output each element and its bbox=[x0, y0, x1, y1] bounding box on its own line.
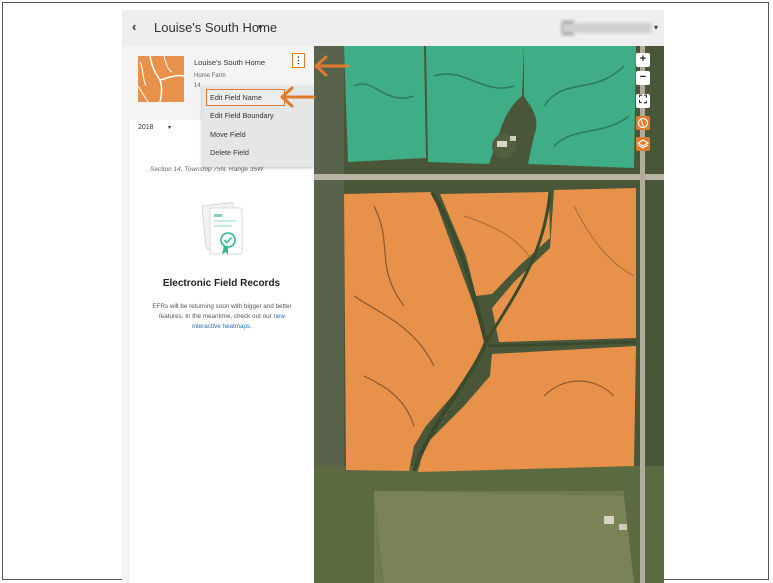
kebab-icon: ⋮ bbox=[294, 55, 303, 65]
zoom-in-button[interactable]: + bbox=[636, 53, 650, 67]
account-caret-icon[interactable]: ▾ bbox=[654, 23, 658, 32]
field-name: Louise's South Home bbox=[194, 58, 266, 67]
field-thumbnail bbox=[138, 56, 184, 102]
field-acres: 14 bbox=[194, 83, 201, 89]
back-chevron-icon[interactable]: ‹ bbox=[132, 19, 136, 34]
location-line-2: Section 14, Township 75N, Range 35W bbox=[150, 166, 264, 173]
app-window: ‹ Louise's South Home ▾ ▾ Louise's South… bbox=[122, 10, 664, 583]
field-records-icon bbox=[201, 202, 243, 255]
efr-desc-text: EFRs will be returning soon with bigger … bbox=[152, 303, 292, 320]
top-bar: ‹ Louise's South Home ▾ ▾ bbox=[122, 10, 664, 46]
globe-icon bbox=[637, 117, 649, 129]
year-caret-icon[interactable]: ▾ bbox=[168, 124, 171, 131]
menu-item-delete-field[interactable]: Delete Field bbox=[202, 144, 314, 161]
map-imagery bbox=[314, 46, 664, 583]
account-name-blurred[interactable] bbox=[562, 23, 652, 33]
menu-item-edit-field-name[interactable]: Edit Field Name bbox=[206, 89, 285, 106]
satellite-map[interactable]: + − ⛶ bbox=[314, 46, 664, 583]
annotation-arrow-menu bbox=[314, 55, 350, 77]
layers-icon bbox=[636, 139, 650, 149]
farm-name: Home Farm bbox=[194, 73, 226, 79]
efr-title: Electronic Field Records bbox=[162, 278, 281, 289]
annotation-arrow-edit-name bbox=[280, 86, 316, 108]
efr-desc-end: . bbox=[250, 323, 252, 330]
basemap-globe-icon[interactable] bbox=[636, 116, 650, 130]
title-caret-icon[interactable]: ▾ bbox=[258, 22, 263, 33]
zoom-out-button[interactable]: − bbox=[636, 71, 650, 85]
year-selector[interactable]: 2018 bbox=[138, 124, 154, 131]
efr-description: EFRs will be returning soon with bigger … bbox=[146, 302, 298, 332]
layers-button[interactable] bbox=[636, 137, 650, 151]
menu-item-move-field[interactable]: Move Field bbox=[202, 126, 314, 143]
fullscreen-button[interactable]: ⛶ bbox=[636, 94, 650, 108]
field-menu-button[interactable]: ⋮ bbox=[292, 53, 305, 68]
